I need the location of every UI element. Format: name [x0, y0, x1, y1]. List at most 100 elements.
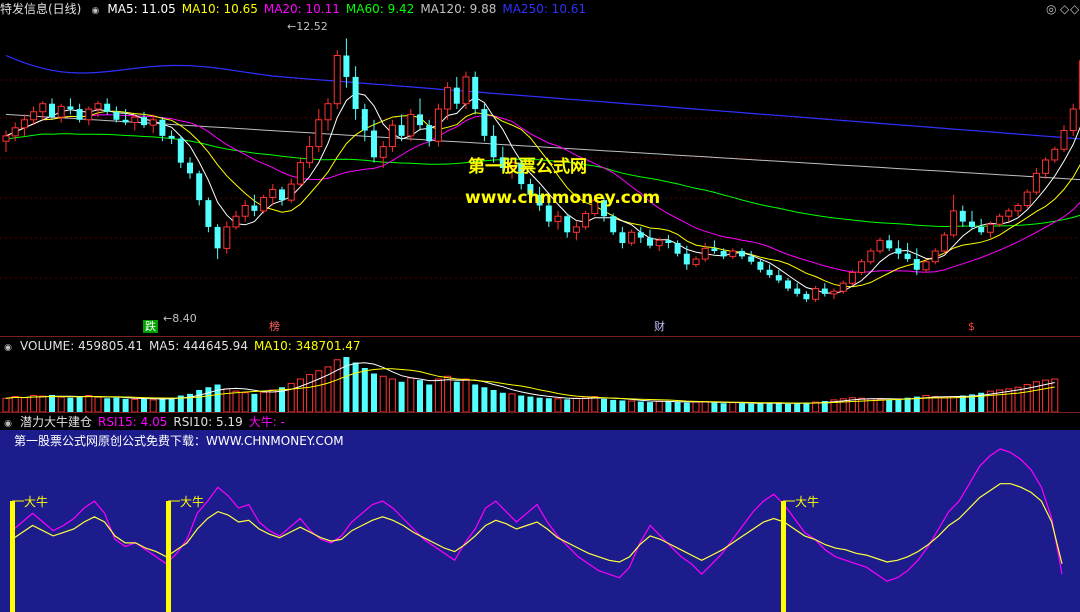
volume-bar: [1005, 388, 1013, 413]
candle-body: [324, 103, 332, 121]
volume-bar: [564, 399, 571, 412]
candle-body: [315, 119, 323, 148]
volume-bar: [637, 401, 644, 412]
volume-bar: [876, 398, 884, 413]
volume-bar: [122, 398, 129, 412]
volume-bar: [361, 368, 368, 412]
event-marker-dollar[interactable]: $: [966, 320, 977, 333]
volume-bar: [527, 396, 534, 412]
volume-bar: [803, 402, 810, 412]
volume-chart-panel[interactable]: ◉ VOLUME: 459805.41 MA5: 444645.94 MA10: 34…: [0, 336, 1080, 413]
signal-label: 大牛: [795, 495, 820, 509]
volume-bar: [545, 398, 552, 412]
price-chart-panel[interactable]: 特发信息(日线) ◉ MA5: 11.05 MA10: 10.65 MA20: 10.1…: [0, 0, 1080, 336]
volume-bar: [729, 402, 737, 413]
volume-bar: [149, 399, 157, 413]
volume-bar: [692, 401, 700, 413]
event-marker-drop[interactable]: 跌: [143, 320, 158, 333]
candle-body: [895, 248, 902, 254]
event-marker-financial[interactable]: 财: [652, 320, 667, 333]
volume-bar: [591, 396, 599, 413]
candle-body: [388, 124, 396, 148]
settings-icon[interactable]: ◎: [1046, 2, 1056, 16]
candle-body: [720, 251, 727, 257]
candle-body: [94, 103, 102, 110]
candle-body: [922, 261, 930, 271]
collapse-icon[interactable]: ◉: [89, 5, 101, 17]
volume-bar: [315, 370, 323, 413]
candle-body: [692, 258, 700, 265]
candle-body: [729, 250, 737, 257]
volume-bar: [665, 401, 672, 412]
volume-bar: [757, 403, 764, 412]
candle-body: [1023, 191, 1031, 207]
candle-body: [931, 250, 939, 263]
candle-body: [572, 226, 580, 233]
volume-bar: [462, 378, 470, 413]
candle-body: [39, 103, 47, 113]
volume-bar: [444, 375, 452, 413]
volume-bar: [223, 388, 231, 413]
collapse-icon[interactable]: ◉: [2, 418, 14, 430]
indicator-title: 潜力大牛建仓: [20, 415, 93, 429]
candle-body: [803, 293, 810, 300]
volume-header: ◉ VOLUME: 459805.41 MA5: 444645.94 MA10: 34…: [0, 337, 373, 355]
zoom-out-icon[interactable]: ◇: [1070, 2, 1079, 16]
volume-bar: [931, 396, 939, 413]
candle-body: [757, 261, 764, 270]
candle-body: [876, 239, 884, 252]
candle-body: [554, 215, 562, 223]
zoom-in-icon[interactable]: ◇: [1060, 2, 1069, 16]
volume-bar: [472, 384, 479, 412]
candle-body: [1005, 210, 1013, 217]
candle-body: [67, 106, 74, 110]
volume-bar: [601, 398, 607, 412]
candle-body: [904, 253, 911, 260]
candle-body: [131, 116, 139, 123]
ma-legend: MA5: 11.05 MA10: 10.65 MA20: 10.11 MA60: 9.…: [107, 2, 592, 16]
event-marker-ranking[interactable]: 榜: [267, 320, 282, 333]
candle-body: [371, 130, 377, 158]
volume-bar: [940, 397, 948, 413]
volume-bar: [628, 400, 636, 413]
candle-body: [2, 135, 10, 142]
candle-body: [214, 226, 221, 249]
volume-bar: [57, 396, 65, 413]
volume-bar: [426, 384, 433, 412]
volume-bar: [205, 387, 212, 412]
candle-body: [1051, 148, 1059, 161]
volume-bar: [168, 397, 175, 412]
candle-body: [177, 138, 184, 163]
candle-body: [76, 109, 83, 120]
candle-body: [748, 256, 755, 262]
indicator-legend: RSI15: 4.05 RSI10: 5.19 大牛: -: [98, 415, 291, 429]
candle-body: [417, 114, 423, 126]
volume-bar: [39, 395, 47, 413]
indicator-chart-panel[interactable]: ◉ 潜力大牛建仓 RSI15: 4.05 RSI10: 5.19 大牛: - 第一股票公…: [0, 412, 1080, 612]
volume-bar: [434, 378, 442, 413]
candle-body: [481, 109, 488, 136]
volume-bar: [214, 384, 221, 412]
candle-body: [794, 288, 801, 294]
volume-bar: [683, 402, 690, 412]
volume-bar: [269, 389, 277, 413]
volume-bar: [572, 397, 580, 413]
volume-bar: [196, 390, 203, 412]
candle-body: [30, 111, 38, 121]
volume-bar: [886, 399, 893, 412]
candle-body: [940, 234, 948, 252]
candle-body: [205, 200, 212, 227]
volume-bar: [296, 378, 304, 413]
candle-body: [1060, 130, 1068, 150]
volume-bar: [417, 380, 423, 412]
candle-body: [1042, 159, 1050, 174]
candle-body: [950, 210, 958, 236]
candle-body: [113, 111, 120, 120]
collapse-icon[interactable]: ◉: [2, 342, 14, 354]
candle-body: [407, 113, 415, 137]
candle-body: [472, 76, 479, 110]
candle-body: [665, 240, 672, 243]
candle-body: [11, 127, 19, 137]
candle-body: [444, 87, 452, 110]
candle-body: [260, 196, 268, 212]
